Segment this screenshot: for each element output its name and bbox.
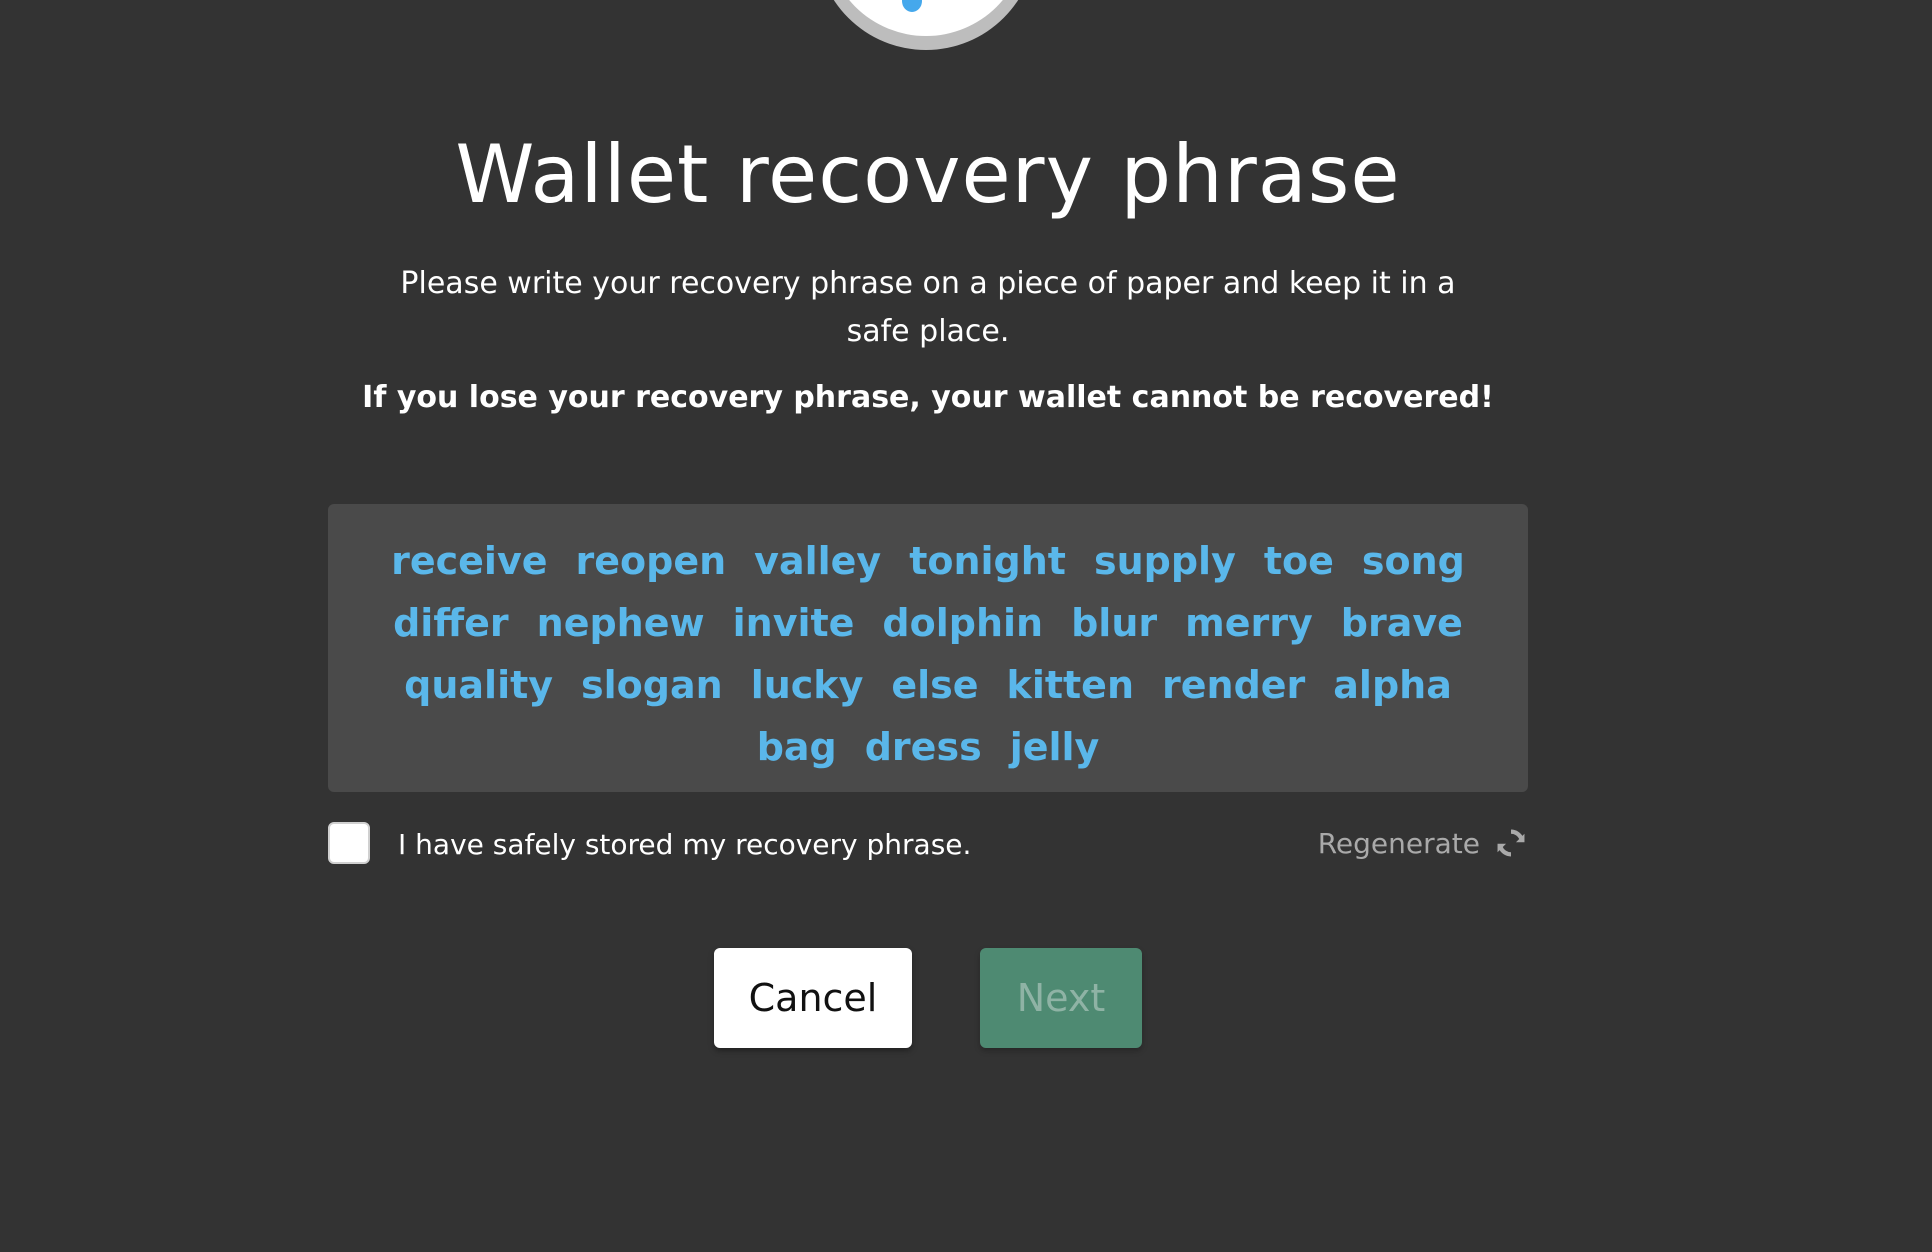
wallet-logo bbox=[816, 0, 1036, 50]
phrase-word: supply bbox=[1093, 539, 1236, 583]
wallet-logo-face bbox=[826, 0, 1026, 36]
phrase-word: reopen bbox=[575, 539, 727, 583]
phrase-word: merry bbox=[1185, 601, 1313, 645]
recovery-phrase-screen: Wallet recovery phrase Please write your… bbox=[0, 0, 1932, 1252]
phrase-word: dress bbox=[864, 725, 982, 769]
phrase-word: tonight bbox=[909, 539, 1066, 583]
phrase-word: blur bbox=[1071, 601, 1158, 645]
phrase-word: differ bbox=[393, 601, 509, 645]
phrase-word: else bbox=[891, 663, 979, 707]
phrase-word: invite bbox=[732, 601, 855, 645]
phrase-word: render bbox=[1162, 663, 1306, 707]
regenerate-label: Regenerate bbox=[1317, 826, 1480, 860]
phrase-word: quality bbox=[404, 663, 554, 707]
next-button[interactable]: Next bbox=[980, 948, 1142, 1048]
phrase-word: kitten bbox=[1006, 663, 1134, 707]
warning-text: If you lose your recovery phrase, your w… bbox=[362, 380, 1494, 415]
phrase-word: brave bbox=[1340, 601, 1463, 645]
refresh-icon bbox=[1497, 829, 1525, 857]
page-title: Wallet recovery phrase bbox=[455, 128, 1401, 221]
phrase-word: lucky bbox=[750, 663, 864, 707]
wallet-logo-dot bbox=[902, 0, 922, 12]
phrase-word: alpha bbox=[1333, 663, 1452, 707]
phrase-word: nephew bbox=[536, 601, 705, 645]
cancel-button[interactable]: Cancel bbox=[714, 948, 912, 1048]
phrase-word: toe bbox=[1263, 539, 1334, 583]
phrase-word: dolphin bbox=[882, 601, 1044, 645]
phrase-word: receive bbox=[391, 539, 548, 583]
phrase-word: slogan bbox=[581, 663, 723, 707]
recovery-phrase-box: receive reopen valley tonight supply toe song d… bbox=[328, 504, 1528, 792]
phrase-word: song bbox=[1361, 539, 1465, 583]
stored-phrase-checkbox[interactable] bbox=[328, 822, 370, 864]
stored-phrase-label[interactable]: I have safely stored my recovery phrase. bbox=[398, 828, 971, 861]
confirm-row: I have safely stored my recovery phrase.… bbox=[328, 822, 1528, 868]
phrase-word: jelly bbox=[1009, 725, 1100, 769]
regenerate-button[interactable]: Regenerate bbox=[1318, 826, 1528, 860]
phrase-word: valley bbox=[754, 539, 882, 583]
instruction-text: Please write your recovery phrase on a p… bbox=[400, 266, 1456, 349]
phrase-word: bag bbox=[756, 725, 837, 769]
